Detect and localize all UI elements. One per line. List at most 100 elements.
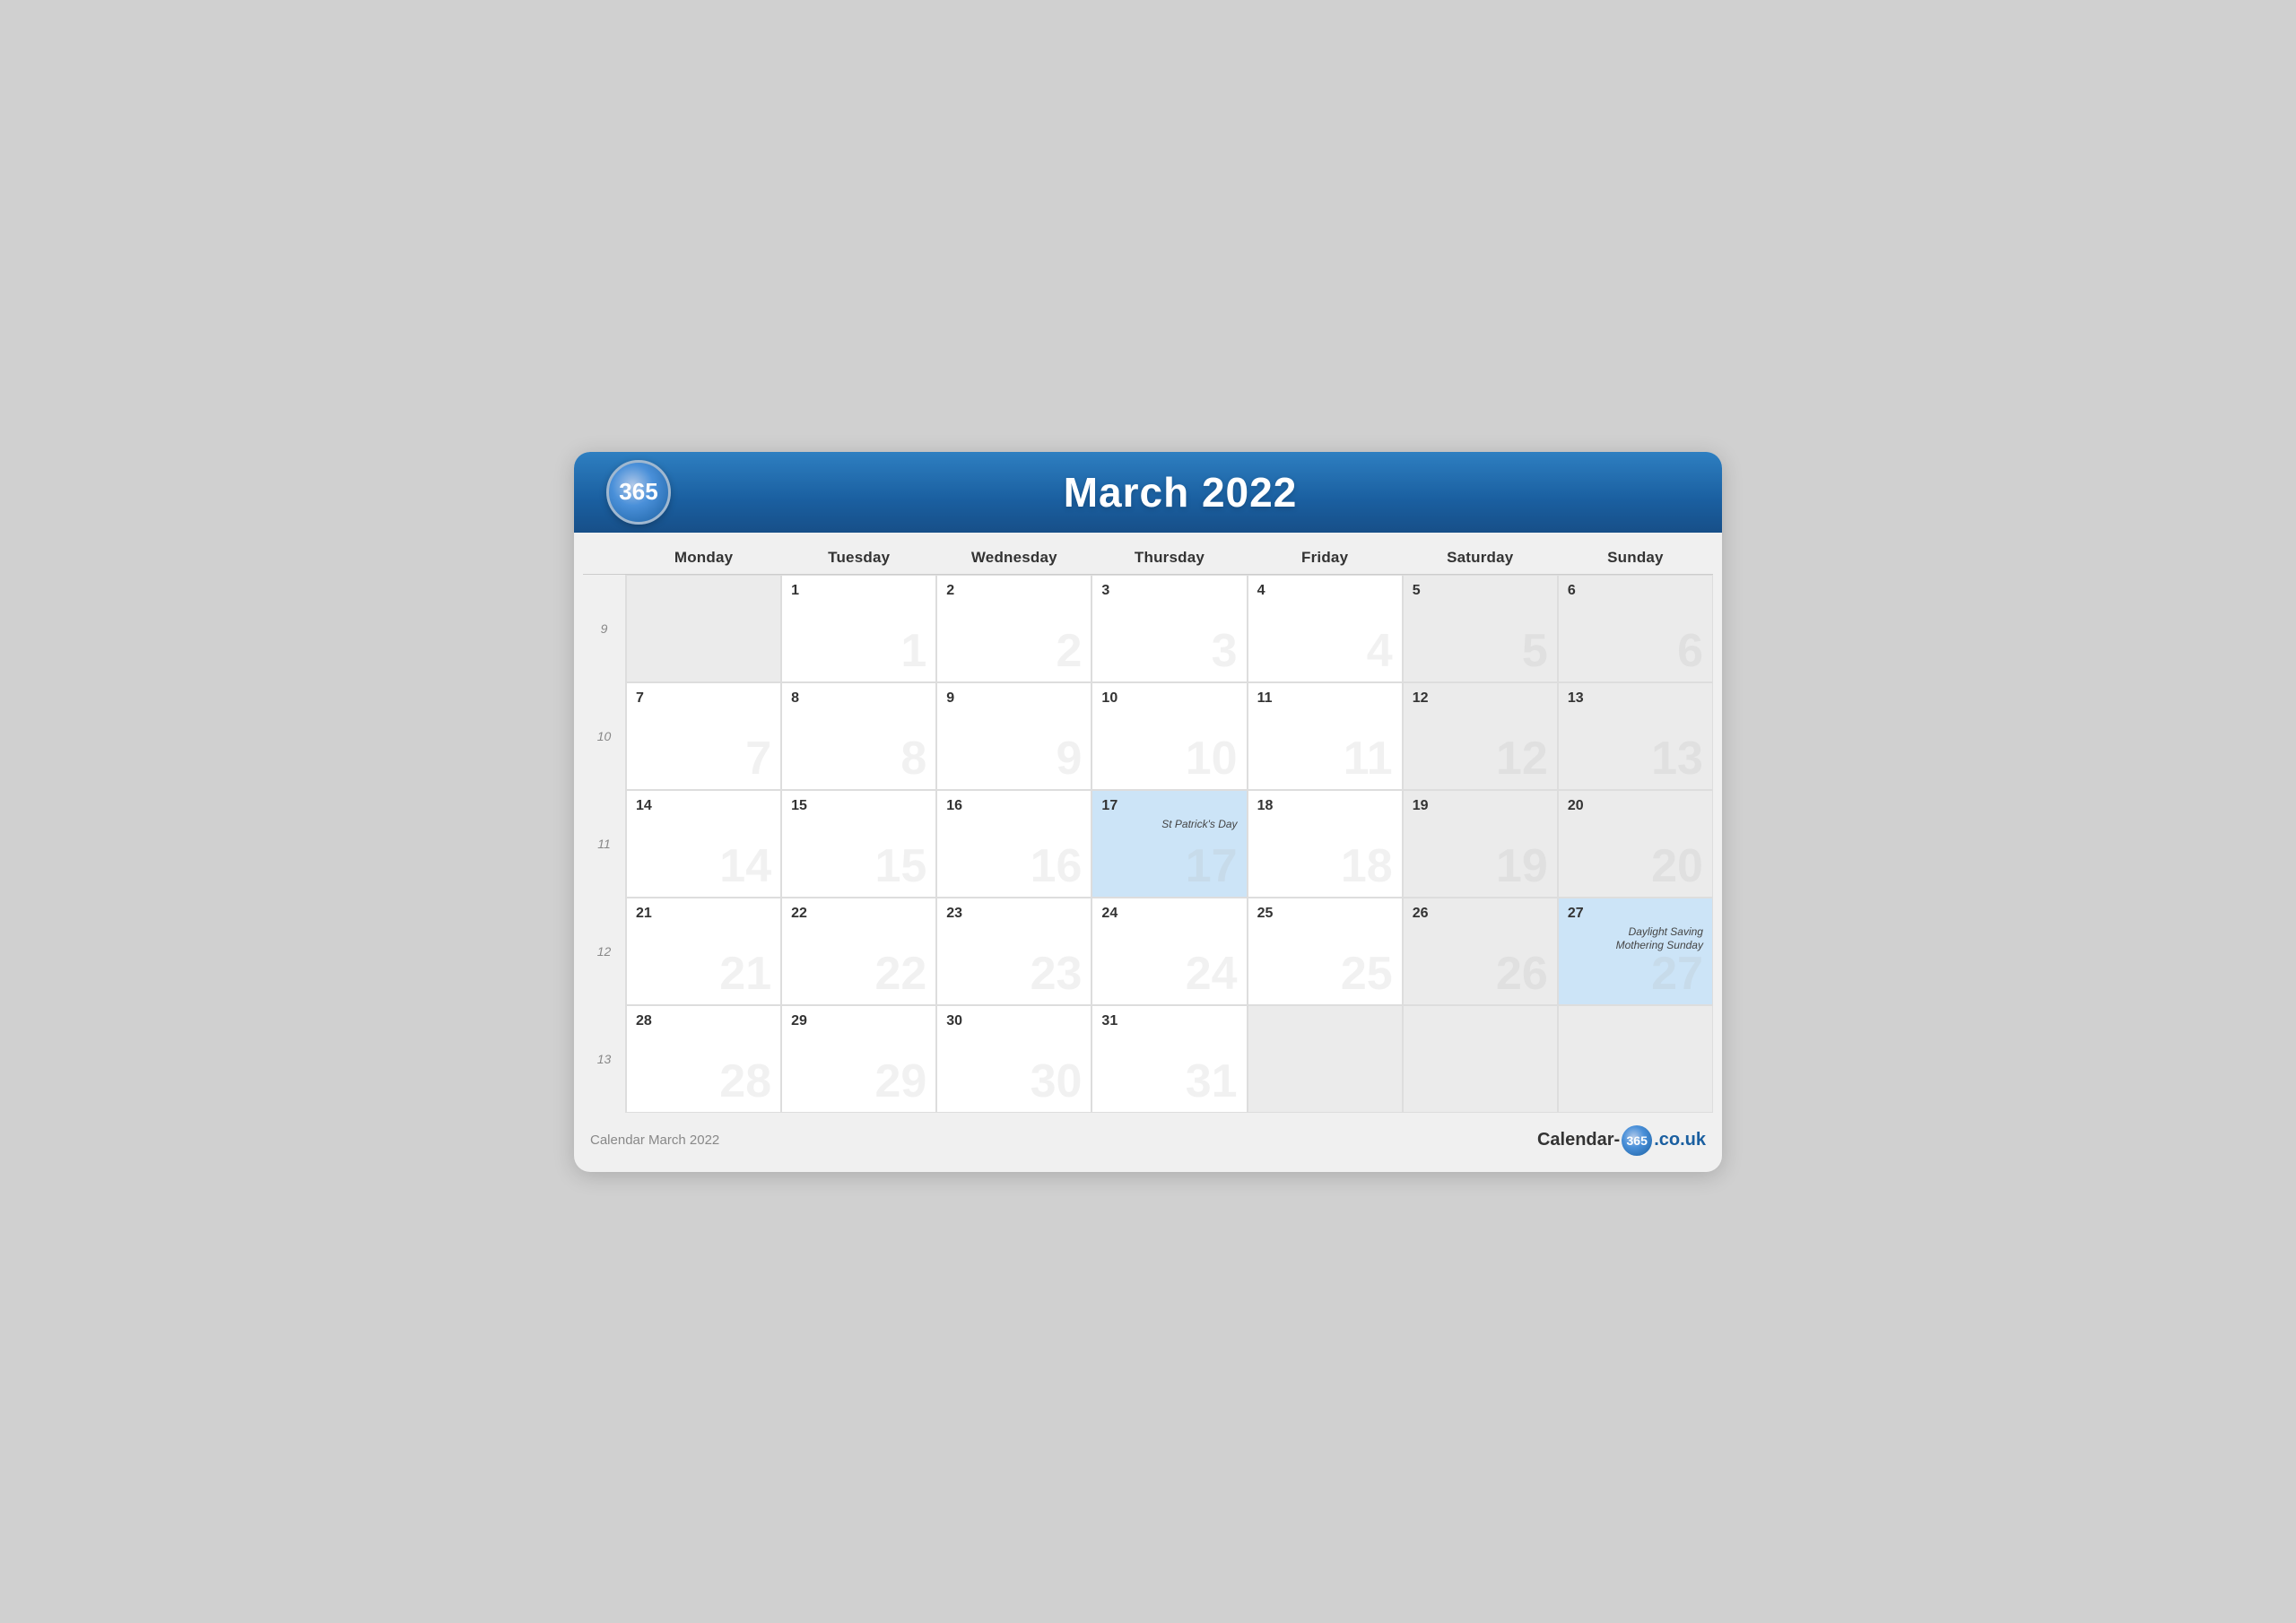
dow-cell-sunday: Sunday xyxy=(1558,540,1713,574)
calendar-grid: 9112233445566107788991010111112121313111… xyxy=(583,575,1713,1113)
day-number: 23 xyxy=(946,906,1082,922)
week-number: 11 xyxy=(583,790,626,898)
footer-label: Calendar March 2022 xyxy=(590,1133,719,1148)
brand-365: 365 xyxy=(1622,1125,1652,1156)
day-number: 3 xyxy=(1101,583,1237,599)
day-cell: 1818 xyxy=(1248,790,1403,898)
calendar-container: 365 March 2022 MondayTuesdayWednesdayThu… xyxy=(574,452,1722,1172)
day-cell: 2929 xyxy=(781,1005,936,1113)
dow-cell-tuesday: Tuesday xyxy=(781,540,936,574)
dow-cell-friday: Friday xyxy=(1248,540,1403,574)
week-number: 10 xyxy=(583,682,626,790)
day-watermark: 6 xyxy=(1677,628,1703,674)
day-watermark: 3 xyxy=(1212,628,1238,674)
day-number: 14 xyxy=(636,798,771,814)
day-watermark: 7 xyxy=(745,735,771,782)
day-watermark: 14 xyxy=(719,843,771,890)
day-watermark: 24 xyxy=(1186,950,1238,997)
day-cell: 2222 xyxy=(781,898,936,1005)
day-cell: 88 xyxy=(781,682,936,790)
day-number: 9 xyxy=(946,690,1082,707)
empty-day-cell xyxy=(1248,1005,1403,1113)
page-title: March 2022 xyxy=(671,468,1690,516)
day-cell: 11 xyxy=(781,575,936,682)
day-cell: 14 14 xyxy=(626,790,781,898)
day-cell: 66 xyxy=(1558,575,1713,682)
day-number: 25 xyxy=(1257,906,1393,922)
day-watermark: 9 xyxy=(1057,735,1083,782)
day-number: 6 xyxy=(1568,583,1703,599)
day-number: 31 xyxy=(1101,1013,1237,1029)
day-cell: 33 xyxy=(1091,575,1247,682)
calendar-body: MondayTuesdayWednesdayThursdayFridaySatu… xyxy=(574,540,1722,1113)
day-watermark: 1 xyxy=(900,628,926,674)
day-number: 8 xyxy=(791,690,926,707)
empty-day-cell xyxy=(626,575,781,682)
day-cell: 77 xyxy=(626,682,781,790)
brand-domain: .co.uk xyxy=(1654,1130,1706,1150)
day-number: 24 xyxy=(1101,906,1237,922)
day-number: 18 xyxy=(1257,798,1393,814)
day-cell: 1111 xyxy=(1248,682,1403,790)
day-number: 19 xyxy=(1413,798,1548,814)
days-of-week-header: MondayTuesdayWednesdayThursdayFridaySatu… xyxy=(583,540,1713,575)
day-number: 30 xyxy=(946,1013,1082,1029)
dow-cell-saturday: Saturday xyxy=(1403,540,1558,574)
day-number: 17 xyxy=(1101,798,1237,814)
day-cell: 2121 xyxy=(626,898,781,1005)
dow-cell-thursday: Thursday xyxy=(1091,540,1247,574)
day-watermark: 15 xyxy=(874,843,926,890)
day-number: 11 xyxy=(1257,690,1393,707)
day-watermark: 20 xyxy=(1651,843,1703,890)
dow-cell-monday: Monday xyxy=(626,540,781,574)
day-cell: 2525 xyxy=(1248,898,1403,1005)
day-cell: 2727Daylight SavingMothering Sunday xyxy=(1558,898,1713,1005)
day-watermark: 31 xyxy=(1186,1058,1238,1105)
day-cell: 1616 xyxy=(936,790,1091,898)
day-number: 16 xyxy=(946,798,1082,814)
day-watermark: 5 xyxy=(1522,628,1548,674)
day-watermark: 2 xyxy=(1057,628,1083,674)
day-cell: 44 xyxy=(1248,575,1403,682)
day-cell: 23 23 xyxy=(936,898,1091,1005)
day-cell: 1313 xyxy=(1558,682,1713,790)
day-cell: 2020 xyxy=(1558,790,1713,898)
day-watermark: 16 xyxy=(1031,843,1083,890)
footer: Calendar March 2022 Calendar- 365 .co.uk xyxy=(574,1116,1722,1156)
day-event: St Patrick's Day xyxy=(1101,818,1237,832)
day-watermark: 12 xyxy=(1496,735,1548,782)
dow-cell-wednesday: Wednesday xyxy=(936,540,1091,574)
day-cell: 55 xyxy=(1403,575,1558,682)
day-cell: 3030 xyxy=(936,1005,1091,1113)
day-watermark: 10 xyxy=(1186,735,1238,782)
day-watermark: 17 xyxy=(1186,843,1238,890)
day-cell: 28 28 xyxy=(626,1005,781,1113)
empty-day-cell xyxy=(1558,1005,1713,1113)
week-number: 12 xyxy=(583,898,626,1005)
day-number: 12 xyxy=(1413,690,1548,707)
day-watermark: 4 xyxy=(1367,628,1393,674)
day-cell: 99 xyxy=(936,682,1091,790)
empty-day-cell xyxy=(1403,1005,1558,1113)
day-watermark: 28 xyxy=(719,1058,771,1105)
day-event: Daylight SavingMothering Sunday xyxy=(1568,925,1703,953)
day-cell: 22 xyxy=(936,575,1091,682)
day-cell: 1919 xyxy=(1403,790,1558,898)
day-cell: 1515 xyxy=(781,790,936,898)
week-number: 13 xyxy=(583,1005,626,1113)
day-number: 29 xyxy=(791,1013,926,1029)
day-watermark: 18 xyxy=(1341,843,1393,890)
day-watermark: 8 xyxy=(900,735,926,782)
day-cell: 17 17 St Patrick's Day xyxy=(1091,790,1247,898)
day-number: 13 xyxy=(1568,690,1703,707)
day-watermark: 23 xyxy=(1031,950,1083,997)
day-watermark: 26 xyxy=(1496,950,1548,997)
day-watermark: 27 xyxy=(1651,950,1703,997)
day-number: 4 xyxy=(1257,583,1393,599)
day-watermark: 22 xyxy=(874,950,926,997)
day-number: 28 xyxy=(636,1013,771,1029)
day-number: 10 xyxy=(1101,690,1237,707)
day-cell: 12 12 xyxy=(1403,682,1558,790)
day-number: 15 xyxy=(791,798,926,814)
day-number: 20 xyxy=(1568,798,1703,814)
